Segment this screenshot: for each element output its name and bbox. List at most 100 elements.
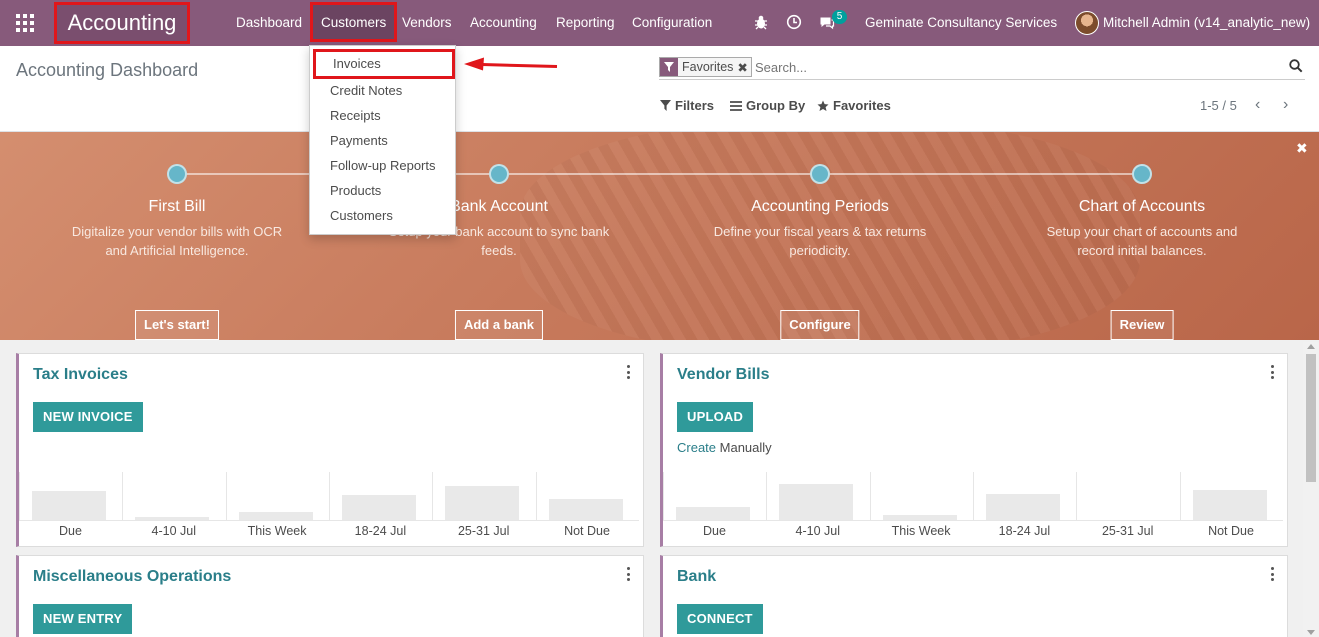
search-bar[interactable]: Favorites ✖	[659, 56, 1305, 80]
dropdown-item-receipts[interactable]: Receipts	[310, 103, 455, 128]
upload-button[interactable]: UPLOAD	[677, 402, 754, 432]
graph-bar[interactable]	[676, 507, 750, 520]
graph-label: 4-10 Jul	[151, 524, 197, 538]
graph-bar[interactable]	[882, 515, 957, 520]
user-menu[interactable]: Mitchell Admin (v14_analytic_new)	[1103, 0, 1310, 46]
graph-bar[interactable]	[135, 517, 210, 520]
clock-icon[interactable]	[786, 14, 802, 30]
graph-column[interactable]	[535, 472, 639, 520]
graph-column[interactable]	[122, 472, 225, 520]
graph-label: Not Due	[564, 524, 610, 538]
step-title: First Bill	[148, 198, 206, 215]
menu-reporting[interactable]: Reporting	[556, 0, 615, 46]
journal-graph: Due 4-10 Jul This Week 18-24 Jul 25-31 Jul No…	[19, 472, 639, 544]
dropdown-item-follow-up-reports[interactable]: Follow-up Reports	[310, 153, 455, 178]
configure-button[interactable]: Configure	[780, 310, 860, 340]
card-title[interactable]: Miscellaneous Operations	[33, 568, 231, 586]
create-link[interactable]: Create	[677, 440, 716, 455]
search-icon[interactable]	[1289, 59, 1303, 73]
avatar[interactable]	[1075, 11, 1099, 35]
graph-column[interactable]	[972, 472, 1076, 520]
page-title: Accounting Dashboard	[16, 60, 199, 80]
card-options-icon[interactable]	[1271, 365, 1275, 379]
menu-vendors[interactable]: Vendors	[402, 0, 452, 46]
filter-icon	[660, 58, 678, 76]
filter-icon	[660, 100, 671, 111]
graph-label: This Week	[891, 524, 951, 538]
add-bank-button[interactable]: Add a bank	[454, 310, 544, 340]
graph-column[interactable]	[19, 472, 122, 520]
close-icon[interactable]: ✖	[1296, 140, 1308, 157]
favorites-button[interactable]: Favorites	[817, 98, 891, 113]
create-manually-text: Create Manually	[677, 440, 772, 455]
graph-column[interactable]	[766, 472, 869, 520]
dropdown-item-products[interactable]: Products	[310, 178, 455, 203]
annotation-arrow-icon	[464, 57, 558, 71]
lets-start-button[interactable]: Let's start!	[135, 310, 219, 340]
graph-column[interactable]	[1179, 472, 1283, 520]
graph-label: 18-24 Jul	[354, 524, 407, 538]
graph-label: 18-24 Jul	[998, 524, 1051, 538]
menu-dashboard[interactable]: Dashboard	[236, 0, 302, 46]
pager-value[interactable]: 1-5 / 5	[1200, 98, 1237, 113]
scroll-up-icon[interactable]	[1307, 344, 1315, 349]
dropdown-item-credit-notes[interactable]: Credit Notes	[310, 78, 455, 103]
pager-next-icon[interactable]: ›	[1283, 96, 1288, 114]
step-dot	[810, 164, 830, 184]
menu-accounting[interactable]: Accounting	[470, 0, 537, 46]
graph-bar[interactable]	[985, 494, 1060, 520]
menu-configuration[interactable]: Configuration	[632, 0, 712, 46]
apps-icon[interactable]	[16, 14, 34, 32]
graph-column[interactable]	[328, 472, 432, 520]
search-input[interactable]	[755, 56, 1255, 78]
onboarding-banner: First Bill Digitalize your vendor bills …	[0, 132, 1319, 340]
dropdown-item-invoices[interactable]: Invoices	[313, 49, 455, 79]
top-navbar: Accounting Dashboard Customers Vendors A…	[0, 0, 1319, 46]
company-switcher[interactable]: Geminate Consultancy Services	[865, 0, 1057, 46]
graph-baseline	[19, 520, 639, 521]
new-invoice-button[interactable]: NEW INVOICE	[33, 402, 143, 432]
graph-bar[interactable]	[548, 499, 623, 520]
step-description: Define your fiscal years & tax returns p…	[713, 224, 927, 258]
connect-button[interactable]: CONNECT	[677, 604, 763, 634]
new-entry-button[interactable]: NEW ENTRY	[33, 604, 133, 634]
groupby-button[interactable]: Group By	[730, 98, 805, 113]
review-button[interactable]: Review	[1110, 310, 1174, 340]
search-facet-favorites[interactable]: Favorites ✖	[659, 57, 752, 77]
menu-customers[interactable]: Customers	[310, 2, 398, 42]
graph-column[interactable]	[225, 472, 329, 520]
card-options-icon[interactable]	[627, 567, 631, 581]
filters-button[interactable]: Filters	[660, 98, 714, 113]
graph-bar[interactable]	[238, 512, 313, 520]
card-options-icon[interactable]	[1271, 567, 1275, 581]
card-options-icon[interactable]	[627, 365, 631, 379]
graph-bar[interactable]	[445, 486, 520, 520]
graph-column[interactable]	[869, 472, 973, 520]
app-brand[interactable]: Accounting	[54, 2, 190, 44]
vertical-scrollbar[interactable]	[1303, 342, 1319, 637]
onboarding-step-accounting-periods: Accounting Periods Define your fiscal ye…	[690, 164, 950, 340]
graph-column[interactable]	[432, 472, 535, 520]
graph-bar[interactable]	[779, 484, 854, 520]
scrollbar-thumb[interactable]	[1306, 354, 1316, 482]
card-title[interactable]: Tax Invoices	[33, 366, 128, 384]
journal-card-misc-operations: Miscellaneous Operations NEW ENTRY	[16, 555, 644, 637]
graph-column[interactable]	[663, 472, 766, 520]
card-title[interactable]: Bank	[677, 568, 716, 586]
step-title: Accounting Periods	[751, 198, 889, 215]
groupby-label: Group By	[746, 98, 806, 113]
graph-bar[interactable]	[1192, 490, 1267, 520]
bug-icon[interactable]	[753, 14, 769, 30]
journal-graph: Due 4-10 Jul This Week 18-24 Jul 25-31 Jul No…	[663, 472, 1283, 544]
graph-bar[interactable]	[341, 495, 416, 520]
graph-label: 25-31 Jul	[1101, 524, 1154, 538]
scroll-down-icon[interactable]	[1307, 630, 1315, 635]
graph-bar[interactable]	[32, 491, 106, 520]
dropdown-item-payments[interactable]: Payments	[310, 128, 455, 153]
card-title[interactable]: Vendor Bills	[677, 366, 769, 384]
onboarding-step-first-bill: First Bill Digitalize your vendor bills …	[47, 164, 307, 340]
graph-column[interactable]	[1076, 472, 1179, 520]
pager-previous-icon[interactable]: ‹	[1255, 96, 1260, 114]
dropdown-item-customers[interactable]: Customers	[310, 203, 455, 228]
facet-remove-icon[interactable]: ✖	[737, 60, 750, 75]
